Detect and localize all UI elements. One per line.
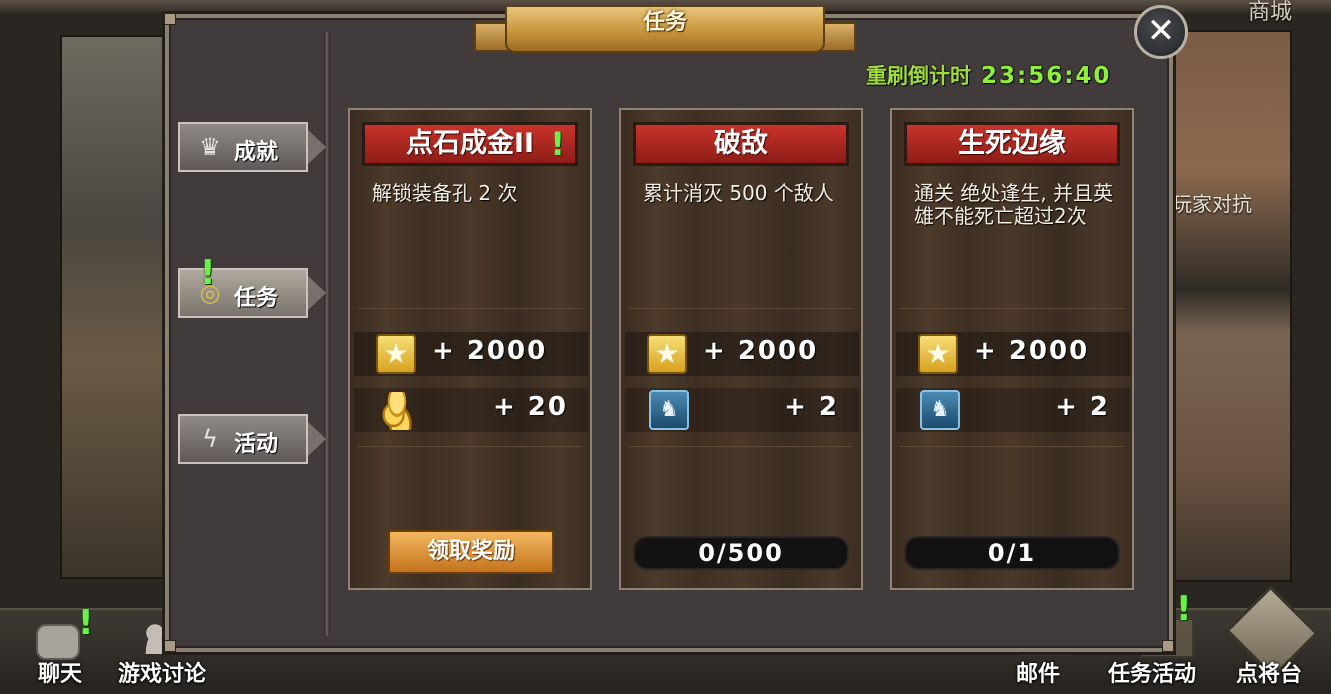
reward-value: + 2 [1055,392,1110,422]
chat-alert-icon: ! [78,603,94,643]
quest-progress-bar: 0/1 [904,536,1120,570]
dialog-title: 任务 [642,10,687,35]
tab-label: 任务 [234,286,279,311]
tab-label: 成就 [234,140,279,165]
progress-text: 0/500 [698,539,784,567]
progress-text: 0/1 [987,539,1037,567]
quest-progress-bar: 0/500 [633,536,849,570]
quest-description: 解锁装备孔 2 次 [372,181,518,205]
reward-row: ★ + 2000 [896,332,1130,376]
dialog-corner-rivet [1162,640,1174,652]
reward-row: ★ + 2000 [354,332,588,376]
star-icon: ★ [918,334,958,374]
reward-row: ★ + 2000 [625,332,859,376]
reward-row: + 20 [354,388,588,432]
forum-button[interactable]: 游戏讨论 [118,656,206,688]
quest-card: 点石成金II ! 解锁装备孔 2 次 ★ + 2000 + 20 领取奖励 [348,108,592,590]
task-activity-alert-icon: ! [1176,589,1192,629]
close-icon: ✕ [1146,11,1176,51]
quest-card: 生死边缘 通关 绝处逢生, 并且英雄不能死亡超过2次 ★ + 2000 ♞ + … [890,108,1134,590]
divider [900,308,1124,309]
dialog-corner-rivet [164,640,176,652]
reward-row: ♞ + 2 [625,388,859,432]
chat-button[interactable]: 聊天 [38,656,82,688]
star-icon: ★ [647,334,687,374]
reward-value: + 2000 [703,336,819,366]
tab-label: 活动 [234,432,279,457]
claim-reward-button[interactable]: 领取奖励 [388,530,554,574]
mail-button[interactable]: 邮件 [1016,656,1060,688]
star-icon: ★ [376,334,416,374]
background-pvp-caption: 玩家对抗 [1172,192,1252,216]
quest-title-text: 点石成金II [405,128,535,159]
tab-achievements[interactable]: ♛ 成就 [178,122,326,172]
lightning-icon: ϟ [202,425,218,453]
crown-icon: ♛ [199,133,221,161]
quest-title: 点石成金II ! [362,122,578,166]
general-stage-button[interactable]: 点将台 [1236,656,1302,688]
quest-title-text: 破敌 [714,128,768,159]
sidebar-divider [324,32,330,636]
divider [629,446,853,447]
quest-alert-icon: ! [550,125,565,163]
tab-events[interactable]: ϟ 活动 [178,414,326,464]
quest-description: 通关 绝处逢生, 并且英雄不能死亡超过2次 [914,181,1114,228]
quest-card: 破敌 累计消灭 500 个敌人 ★ + 2000 ♞ + 2 0/500 [619,108,863,590]
background-art-left [60,35,174,579]
countdown-label: 重刷倒计时 [866,64,971,88]
reward-value: + 2 [784,392,839,422]
quest-title: 生死边缘 [904,122,1120,166]
divider [358,308,582,309]
refresh-countdown: 重刷倒计时 23:56:40 [866,60,1111,90]
reward-value: + 2000 [974,336,1090,366]
reward-row: ♞ + 2 [896,388,1130,432]
chat-icon[interactable] [36,624,80,660]
quest-title-text: 生死边缘 [958,128,1066,159]
task-activity-button[interactable]: 任务活动 [1108,656,1196,688]
quest-title: 破敌 [633,122,849,166]
hero-card-icon: ♞ [920,390,960,430]
dialog-corner-rivet [164,13,176,25]
countdown-time: 23:56:40 [981,63,1112,89]
divider [358,446,582,447]
hero-card-icon: ♞ [649,390,689,430]
reward-value: + 20 [492,392,568,422]
reward-value: + 2000 [432,336,548,366]
gold-coins-icon [380,392,414,430]
background-art-right [1170,30,1292,582]
top-nav-shop[interactable]: 商城 [1248,0,1292,26]
close-button[interactable]: ✕ [1134,5,1188,59]
tab-quests[interactable]: ◎ 任务 [178,268,326,318]
quest-tab-alert-icon: ! [200,253,216,293]
quest-description: 累计消灭 500 个敌人 [643,181,834,205]
divider [900,446,1124,447]
divider [629,308,853,309]
